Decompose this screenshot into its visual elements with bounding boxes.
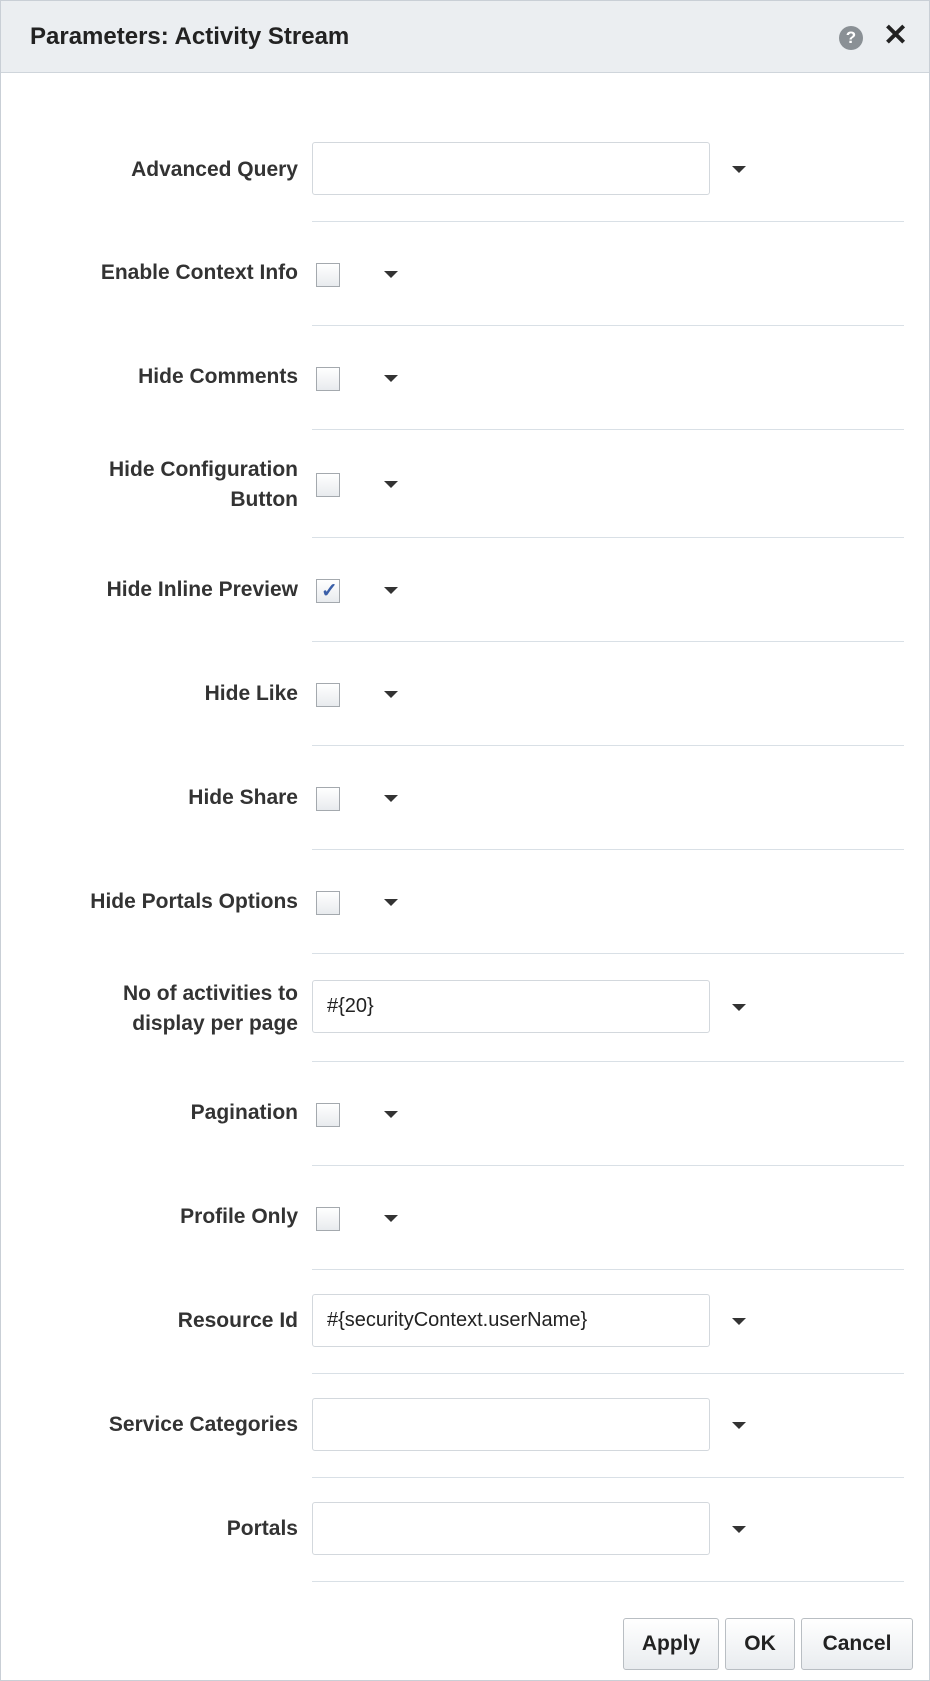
field-label-line2: Button [230,488,298,511]
chevron-down-icon[interactable] [384,691,398,698]
parameters-dialog: Parameters: Activity Stream ? ✕ Advanced… [0,0,930,1681]
field-label: Hide Portals Options [90,890,298,913]
row-divider [312,1477,904,1478]
profile-only-checkbox[interactable] [316,1207,340,1231]
cancel-button[interactable]: Cancel [801,1618,913,1670]
chevron-down-icon[interactable] [384,1111,398,1118]
dialog-title: Parameters: Activity Stream [30,23,350,50]
advanced-query-input[interactable] [312,142,710,195]
chevron-down-icon[interactable] [384,271,398,278]
service-categories-input[interactable] [312,1398,710,1451]
close-icon[interactable]: ✕ [883,19,908,53]
field-label: Hide Share [188,786,298,809]
row-divider [312,429,904,430]
resource-id-input[interactable] [312,1294,710,1347]
hide-inline-preview-checkbox[interactable]: ✓ [316,579,340,603]
portals-input[interactable] [312,1502,710,1555]
hide-portals-options-checkbox[interactable] [316,891,340,915]
hide-share-checkbox[interactable] [316,787,340,811]
activities-per-page-input[interactable] [312,980,710,1033]
chevron-down-icon[interactable] [384,1215,398,1222]
dialog-titlebar: Parameters: Activity Stream ? ✕ [1,1,929,73]
row-divider [312,1373,904,1374]
field-label: Portals [226,1517,298,1540]
ok-button[interactable]: OK [725,1618,795,1670]
field-label: Hide Configuration [109,458,298,481]
chevron-down-icon[interactable] [384,587,398,594]
row-divider [312,641,904,642]
chevron-down-icon[interactable] [384,481,398,488]
field-label: Pagination [190,1101,298,1124]
field-label-line2: display per page [132,1012,298,1035]
enable-context-info-checkbox[interactable] [316,263,340,287]
field-label: Hide Like [204,682,298,705]
field-label: Resource Id [177,1309,298,1332]
field-label: Enable Context Info [100,261,298,284]
checkmark-icon: ✓ [321,580,338,602]
hide-configuration-button-checkbox[interactable] [316,473,340,497]
row-divider [312,325,904,326]
hide-comments-checkbox[interactable] [316,367,340,391]
chevron-down-icon[interactable] [384,375,398,382]
field-label: Advanced Query [131,158,298,181]
chevron-down-icon[interactable] [732,166,746,173]
row-divider [312,1061,904,1062]
row-divider [312,849,904,850]
pagination-checkbox[interactable] [316,1103,340,1127]
apply-button[interactable]: Apply [623,1618,719,1670]
field-label: Hide Comments [138,365,298,388]
chevron-down-icon[interactable] [732,1318,746,1325]
row-divider [312,1165,904,1166]
chevron-down-icon[interactable] [732,1526,746,1533]
field-label: Profile Only [180,1205,298,1228]
field-label: Service Categories [108,1413,298,1436]
chevron-down-icon[interactable] [384,899,398,906]
hide-like-checkbox[interactable] [316,683,340,707]
field-label: Hide Inline Preview [106,578,298,601]
help-icon[interactable]: ? [839,26,863,50]
row-divider [312,221,904,222]
row-divider [312,953,904,954]
row-divider [312,1581,904,1582]
chevron-down-icon[interactable] [732,1422,746,1429]
chevron-down-icon[interactable] [732,1004,746,1011]
row-divider [312,1269,904,1270]
chevron-down-icon[interactable] [384,795,398,802]
field-label: No of activities to [122,982,298,1005]
row-divider [312,537,904,538]
row-divider [312,745,904,746]
